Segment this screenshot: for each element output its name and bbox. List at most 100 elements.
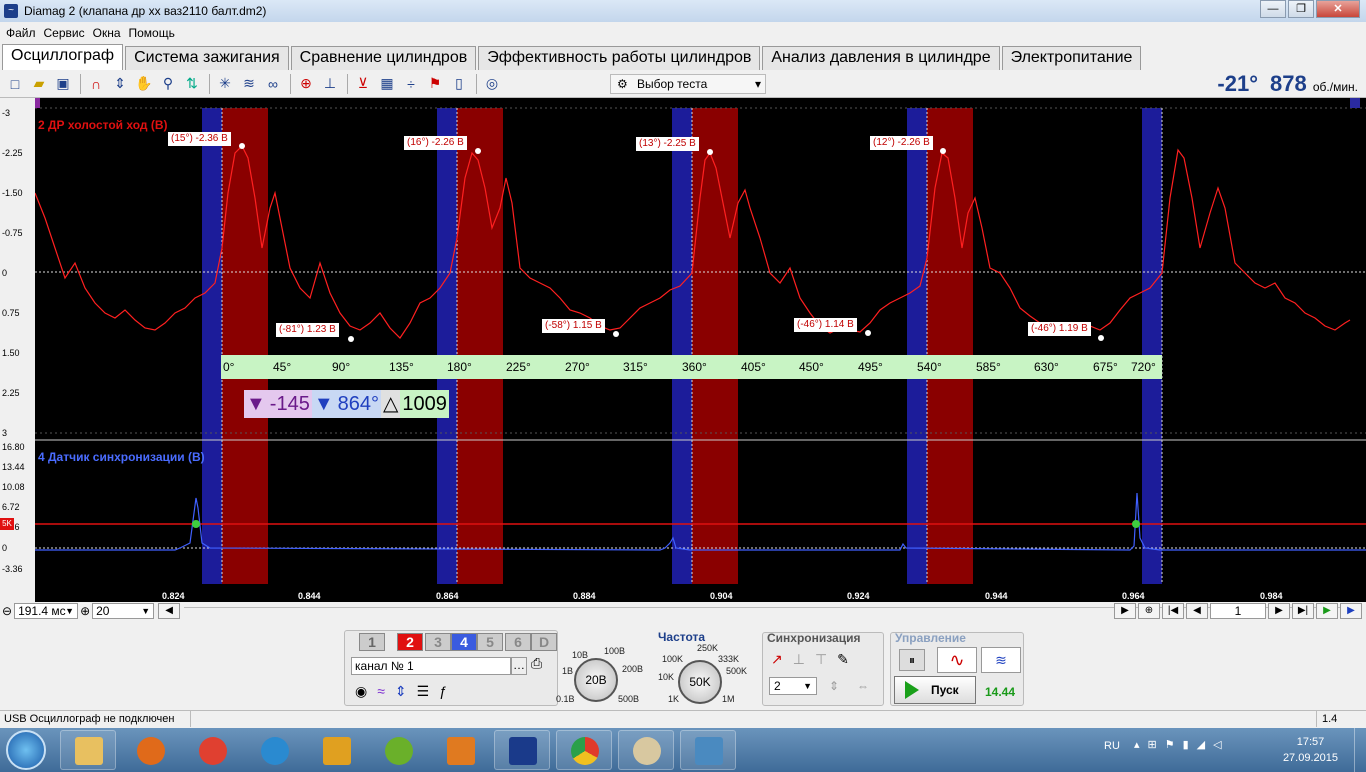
photos-taskbar-button[interactable] bbox=[680, 730, 736, 770]
games-taskbar-button[interactable] bbox=[308, 730, 364, 770]
cursor-select-icon[interactable]: ⊻ bbox=[352, 73, 374, 95]
peak-marker[interactable]: (13°) -2.25 В bbox=[636, 137, 699, 151]
zoom-icon[interactable]: ⚲ bbox=[157, 73, 179, 95]
menu-file[interactable]: Файл bbox=[6, 26, 36, 40]
show-desktop-button[interactable] bbox=[1354, 728, 1366, 772]
media-taskbar-button[interactable] bbox=[432, 730, 488, 770]
trigger-marker[interactable]: 5K bbox=[0, 518, 14, 530]
hand-pan-icon[interactable]: ✋ bbox=[133, 73, 155, 95]
edge-up-icon[interactable]: ⊥ bbox=[793, 651, 805, 668]
channel-button-4[interactable]: 4 bbox=[451, 633, 477, 651]
continuous-mode-button[interactable]: ≋ bbox=[981, 647, 1021, 673]
tab-oscilloscope[interactable]: Осциллограф bbox=[2, 44, 124, 70]
probe-icon[interactable]: ⎙ bbox=[531, 655, 542, 672]
auto-icon[interactable]: ◎ bbox=[481, 73, 503, 95]
cursor-measure-icon[interactable]: ⇕ bbox=[109, 73, 131, 95]
edge-down-icon[interactable]: ⊤ bbox=[815, 651, 827, 668]
frequency-knob[interactable]: 50K bbox=[678, 660, 722, 704]
lines-icon[interactable]: ☰ bbox=[417, 683, 430, 700]
time-scale-select[interactable]: 191.4 мс ▼ bbox=[14, 603, 79, 619]
zero-icon[interactable]: ⊥ bbox=[319, 73, 341, 95]
offset-icon[interactable]: ⇕ bbox=[395, 683, 407, 700]
sync-shift-icon[interactable]: ⇔ bbox=[857, 679, 869, 693]
sync-channel-select[interactable]: 2 ▼ bbox=[769, 677, 817, 695]
play-fast-button[interactable]: ▶ bbox=[1340, 603, 1362, 619]
channel-button-6[interactable]: 6 bbox=[505, 633, 531, 651]
maximize-button[interactable]: ❐ bbox=[1288, 0, 1314, 18]
channel-button-2[interactable]: 2 bbox=[397, 633, 423, 651]
channel-button-5[interactable]: 5 bbox=[477, 633, 503, 651]
valley-marker[interactable]: (-46°) 1.19 В bbox=[1028, 322, 1091, 336]
sync-level-icon[interactable]: ⇕ bbox=[829, 679, 839, 693]
add-frame-button[interactable]: ⊕ bbox=[1138, 603, 1160, 619]
new-file-icon[interactable]: □ bbox=[4, 73, 26, 95]
scroll-left-button[interactable]: ◀ bbox=[158, 603, 181, 619]
spiral-icon[interactable]: ∞ bbox=[262, 73, 284, 95]
test-select[interactable]: ⚙ Выбор теста ▾ bbox=[610, 74, 766, 94]
paint-taskbar-button[interactable] bbox=[618, 730, 674, 770]
menu-service[interactable]: Сервис bbox=[44, 26, 85, 40]
filter-icon[interactable]: ✳ bbox=[214, 73, 236, 95]
peak-marker[interactable]: (15°) -2.36 В bbox=[168, 132, 231, 146]
trigger-pick-icon[interactable]: ✎ bbox=[837, 651, 849, 668]
notes-icon[interactable]: ▯ bbox=[448, 73, 470, 95]
tab-pressure-analysis[interactable]: Анализ давления в цилиндре bbox=[762, 46, 1000, 70]
peak-marker[interactable]: (16°) -2.26 В bbox=[404, 136, 467, 150]
last-frame-button[interactable]: ▶| bbox=[1292, 603, 1314, 619]
tab-cylinder-efficiency[interactable]: Эффективность работы цилиндров bbox=[478, 46, 761, 70]
fit-icon[interactable]: ⇅ bbox=[181, 73, 203, 95]
chrome-taskbar-button[interactable] bbox=[556, 730, 612, 770]
menu-windows[interactable]: Окна bbox=[93, 26, 121, 40]
zoom-in-icon[interactable]: ⊕ bbox=[80, 604, 90, 618]
valley-marker[interactable]: (-46°) 1.14 В bbox=[794, 318, 857, 332]
diamag-taskbar-button[interactable] bbox=[494, 730, 550, 770]
language-indicator[interactable]: RU bbox=[1104, 740, 1120, 752]
save-icon[interactable]: ▣ bbox=[52, 73, 74, 95]
first-frame-button[interactable]: |◀ bbox=[1162, 603, 1184, 619]
valley-marker[interactable]: (-81°) 1.23 В bbox=[276, 323, 339, 337]
tab-ignition[interactable]: Система зажигания bbox=[125, 46, 289, 70]
clock[interactable]: 17:57 27.09.2015 bbox=[1283, 734, 1338, 766]
tab-cylinder-compare[interactable]: Сравнение цилиндров bbox=[290, 46, 477, 70]
eye-icon[interactable]: ◉ bbox=[355, 683, 367, 700]
channel-button-3[interactable]: 3 bbox=[425, 633, 451, 651]
tray-icons[interactable]: ▴⊞⚑▮◢◁ bbox=[1134, 738, 1230, 751]
wave-icon[interactable]: ≋ bbox=[238, 73, 260, 95]
channel-name-field[interactable]: канал № 1 bbox=[351, 657, 511, 675]
function-icon[interactable]: ƒ bbox=[439, 683, 447, 700]
next-frame-button[interactable]: ▶ bbox=[1268, 603, 1290, 619]
rising-edge-icon[interactable]: ↗ bbox=[771, 651, 783, 668]
peak-marker[interactable]: (12°) -2.26 В bbox=[870, 136, 933, 150]
start-button[interactable]: Пуск bbox=[894, 676, 976, 704]
explorer-taskbar-button[interactable] bbox=[60, 730, 116, 770]
sync-icon[interactable]: ⊕ bbox=[295, 73, 317, 95]
k-app-taskbar-button[interactable] bbox=[246, 730, 302, 770]
menu-help[interactable]: Помощь bbox=[129, 26, 175, 40]
start-menu-button[interactable] bbox=[6, 730, 46, 770]
oscilloscope-view[interactable]: -3 -2.25 -1.50 -0.75 0 0.75 1.50 2.25 3 … bbox=[0, 98, 1366, 602]
single-mode-button[interactable]: ∿ bbox=[937, 647, 977, 673]
prev-frame-button[interactable]: ◀ bbox=[1186, 603, 1208, 619]
tab-power-supply[interactable]: Электропитание bbox=[1001, 46, 1142, 70]
close-button[interactable]: ✕ bbox=[1316, 0, 1360, 18]
split-icon[interactable]: ÷ bbox=[400, 73, 422, 95]
firefox-taskbar-button[interactable] bbox=[122, 730, 178, 770]
channel-browse-button[interactable]: … bbox=[511, 657, 527, 675]
flag-icon[interactable]: ⚑ bbox=[424, 73, 446, 95]
open-folder-icon[interactable]: ▰ bbox=[28, 73, 50, 95]
grid-icon[interactable]: ▦ bbox=[376, 73, 398, 95]
flash-taskbar-button[interactable] bbox=[184, 730, 240, 770]
scroll-right-button[interactable]: ▶ bbox=[1114, 603, 1136, 619]
channel-button-d[interactable]: D bbox=[531, 633, 557, 651]
amp-scale-select[interactable]: 20 ▼ bbox=[92, 603, 155, 619]
channel-button-1[interactable]: 1 bbox=[359, 633, 385, 651]
pause-button[interactable]: ⏸ bbox=[899, 649, 925, 671]
signal-shape-icon[interactable]: ∩ bbox=[85, 73, 107, 95]
minimize-button[interactable]: — bbox=[1260, 0, 1286, 18]
valley-marker[interactable]: (-58°) 1.15 В bbox=[542, 319, 605, 333]
zoom-out-icon[interactable]: ⊖ bbox=[2, 604, 12, 618]
play-button[interactable]: ▶ bbox=[1316, 603, 1338, 619]
frame-number-field[interactable]: 1 bbox=[1210, 603, 1266, 619]
volt-knob[interactable]: 20В bbox=[574, 658, 618, 702]
invert-icon[interactable]: ≈ bbox=[377, 683, 385, 700]
